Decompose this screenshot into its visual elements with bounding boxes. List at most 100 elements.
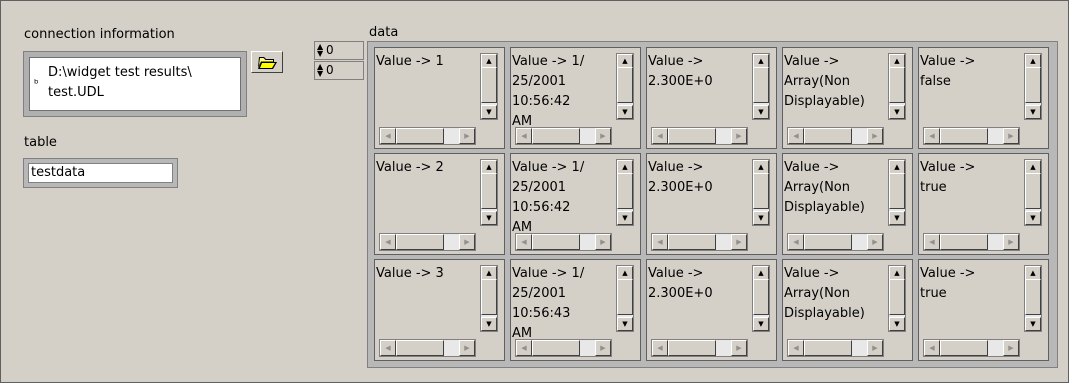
horizontal-scroll-thumb[interactable] (532, 340, 580, 356)
horizontal-scroll-thumb[interactable] (804, 234, 852, 250)
vertical-scrollbar[interactable]: ▲ ▼ (616, 159, 634, 226)
horizontal-scrollbar[interactable]: ◀ ▶ (787, 127, 884, 145)
data-cell[interactable]: Value -> 1/ 25/2001 10:56:43 AM ▲ ▼ ◀ ▶ (510, 259, 641, 361)
data-cell[interactable]: Value -> Array(Non Displayable) ▲ ▼ ◀ ▶ (782, 153, 913, 255)
vertical-scrollbar[interactable]: ▲ ▼ (888, 265, 906, 332)
browse-button[interactable] (251, 51, 283, 73)
vertical-scroll-thumb[interactable] (617, 67, 633, 103)
scroll-left-icon[interactable]: ◀ (924, 128, 940, 144)
scroll-left-icon[interactable]: ◀ (924, 340, 940, 356)
vertical-scrollbar[interactable]: ▲ ▼ (1024, 159, 1042, 226)
horizontal-scroll-thumb[interactable] (532, 128, 580, 144)
data-cell[interactable]: Value -> Array(Non Displayable) ▲ ▼ ◀ ▶ (782, 259, 913, 361)
scroll-right-icon[interactable]: ▶ (867, 234, 883, 250)
vertical-scroll-thumb[interactable] (481, 67, 497, 103)
connection-path-display[interactable]: ᵇ D:\widget test results\ test.UDL (29, 57, 241, 111)
scroll-up-icon[interactable]: ▲ (1025, 160, 1041, 174)
data-cell[interactable]: Value -> 2.300E+0 ▲ ▼ ◀ ▶ (646, 153, 777, 255)
scroll-left-icon[interactable]: ◀ (516, 128, 532, 144)
column-index-control[interactable]: ▲ ▼ 0 (314, 61, 364, 80)
scroll-left-icon[interactable]: ◀ (380, 234, 396, 250)
data-cell[interactable]: Value -> false ▲ ▼ ◀ ▶ (918, 47, 1049, 149)
scroll-down-icon[interactable]: ▼ (617, 211, 633, 225)
scroll-up-icon[interactable]: ▲ (889, 266, 905, 280)
scroll-left-icon[interactable]: ◀ (788, 234, 804, 250)
scroll-up-icon[interactable]: ▲ (481, 266, 497, 280)
data-cell[interactable]: Value -> 1/ 25/2001 10:56:42 AM ▲ ▼ ◀ ▶ (510, 153, 641, 255)
scroll-up-icon[interactable]: ▲ (617, 54, 633, 68)
vertical-scrollbar[interactable]: ▲ ▼ (752, 159, 770, 226)
scroll-right-icon[interactable]: ▶ (731, 340, 747, 356)
data-cell[interactable]: Value -> 3 ▲ ▼ ◀ ▶ (374, 259, 505, 361)
increment-decrement-icon[interactable]: ▲ ▼ (317, 63, 323, 78)
scroll-right-icon[interactable]: ▶ (459, 128, 475, 144)
vertical-scroll-thumb[interactable] (617, 279, 633, 315)
horizontal-scroll-thumb[interactable] (940, 234, 988, 250)
scroll-right-icon[interactable]: ▶ (595, 340, 611, 356)
vertical-scroll-thumb[interactable] (889, 173, 905, 209)
data-cell[interactable]: Value -> 1/ 25/2001 10:56:42 AM ▲ ▼ ◀ ▶ (510, 47, 641, 149)
row-index-control[interactable]: ▲ ▼ 0 (314, 41, 364, 60)
horizontal-scroll-thumb[interactable] (396, 234, 444, 250)
column-index-value[interactable]: 0 (326, 63, 334, 77)
horizontal-scroll-thumb[interactable] (668, 234, 716, 250)
scroll-up-icon[interactable]: ▲ (753, 266, 769, 280)
vertical-scroll-thumb[interactable] (617, 173, 633, 209)
scroll-left-icon[interactable]: ◀ (380, 128, 396, 144)
scroll-down-icon[interactable]: ▼ (1025, 211, 1041, 225)
scroll-left-icon[interactable]: ◀ (516, 340, 532, 356)
scroll-right-icon[interactable]: ▶ (867, 128, 883, 144)
data-cell[interactable]: Value -> 2 ▲ ▼ ◀ ▶ (374, 153, 505, 255)
horizontal-scroll-thumb[interactable] (396, 128, 444, 144)
scroll-right-icon[interactable]: ▶ (867, 340, 883, 356)
scroll-right-icon[interactable]: ▶ (1003, 340, 1019, 356)
vertical-scroll-thumb[interactable] (481, 279, 497, 315)
scroll-down-icon[interactable]: ▼ (481, 317, 497, 331)
horizontal-scroll-thumb[interactable] (804, 340, 852, 356)
data-cell[interactable]: Value -> 2.300E+0 ▲ ▼ ◀ ▶ (646, 259, 777, 361)
table-input[interactable]: testdata (28, 163, 173, 183)
scroll-down-icon[interactable]: ▼ (889, 105, 905, 119)
scroll-up-icon[interactable]: ▲ (617, 266, 633, 280)
scroll-left-icon[interactable]: ◀ (652, 340, 668, 356)
vertical-scrollbar[interactable]: ▲ ▼ (752, 265, 770, 332)
horizontal-scroll-thumb[interactable] (804, 128, 852, 144)
scroll-down-icon[interactable]: ▼ (481, 211, 497, 225)
horizontal-scrollbar[interactable]: ◀ ▶ (651, 233, 748, 251)
horizontal-scroll-thumb[interactable] (940, 128, 988, 144)
scroll-down-icon[interactable]: ▼ (753, 211, 769, 225)
scroll-up-icon[interactable]: ▲ (889, 160, 905, 174)
horizontal-scroll-thumb[interactable] (668, 128, 716, 144)
scroll-down-icon[interactable]: ▼ (889, 211, 905, 225)
scroll-down-icon[interactable]: ▼ (889, 317, 905, 331)
scroll-up-icon[interactable]: ▲ (1025, 54, 1041, 68)
vertical-scrollbar[interactable]: ▲ ▼ (480, 159, 498, 226)
horizontal-scrollbar[interactable]: ◀ ▶ (379, 233, 476, 251)
scroll-down-icon[interactable]: ▼ (1025, 317, 1041, 331)
horizontal-scrollbar[interactable]: ◀ ▶ (515, 233, 612, 251)
vertical-scroll-thumb[interactable] (753, 67, 769, 103)
row-index-value[interactable]: 0 (326, 43, 334, 57)
scroll-up-icon[interactable]: ▲ (481, 160, 497, 174)
scroll-up-icon[interactable]: ▲ (889, 54, 905, 68)
scroll-down-icon[interactable]: ▼ (481, 105, 497, 119)
scroll-right-icon[interactable]: ▶ (731, 128, 747, 144)
vertical-scrollbar[interactable]: ▲ ▼ (1024, 53, 1042, 120)
vertical-scrollbar[interactable]: ▲ ▼ (616, 265, 634, 332)
horizontal-scroll-thumb[interactable] (940, 340, 988, 356)
scroll-right-icon[interactable]: ▶ (459, 340, 475, 356)
vertical-scrollbar[interactable]: ▲ ▼ (888, 159, 906, 226)
horizontal-scrollbar[interactable]: ◀ ▶ (515, 339, 612, 357)
scroll-left-icon[interactable]: ◀ (652, 128, 668, 144)
horizontal-scrollbar[interactable]: ◀ ▶ (379, 339, 476, 357)
horizontal-scrollbar[interactable]: ◀ ▶ (787, 339, 884, 357)
vertical-scroll-thumb[interactable] (753, 173, 769, 209)
vertical-scroll-thumb[interactable] (481, 173, 497, 209)
scroll-down-icon[interactable]: ▼ (753, 105, 769, 119)
scroll-right-icon[interactable]: ▶ (595, 128, 611, 144)
vertical-scrollbar[interactable]: ▲ ▼ (888, 53, 906, 120)
scroll-up-icon[interactable]: ▲ (753, 54, 769, 68)
vertical-scroll-thumb[interactable] (1025, 173, 1041, 209)
horizontal-scrollbar[interactable]: ◀ ▶ (923, 339, 1020, 357)
vertical-scroll-thumb[interactable] (1025, 67, 1041, 103)
